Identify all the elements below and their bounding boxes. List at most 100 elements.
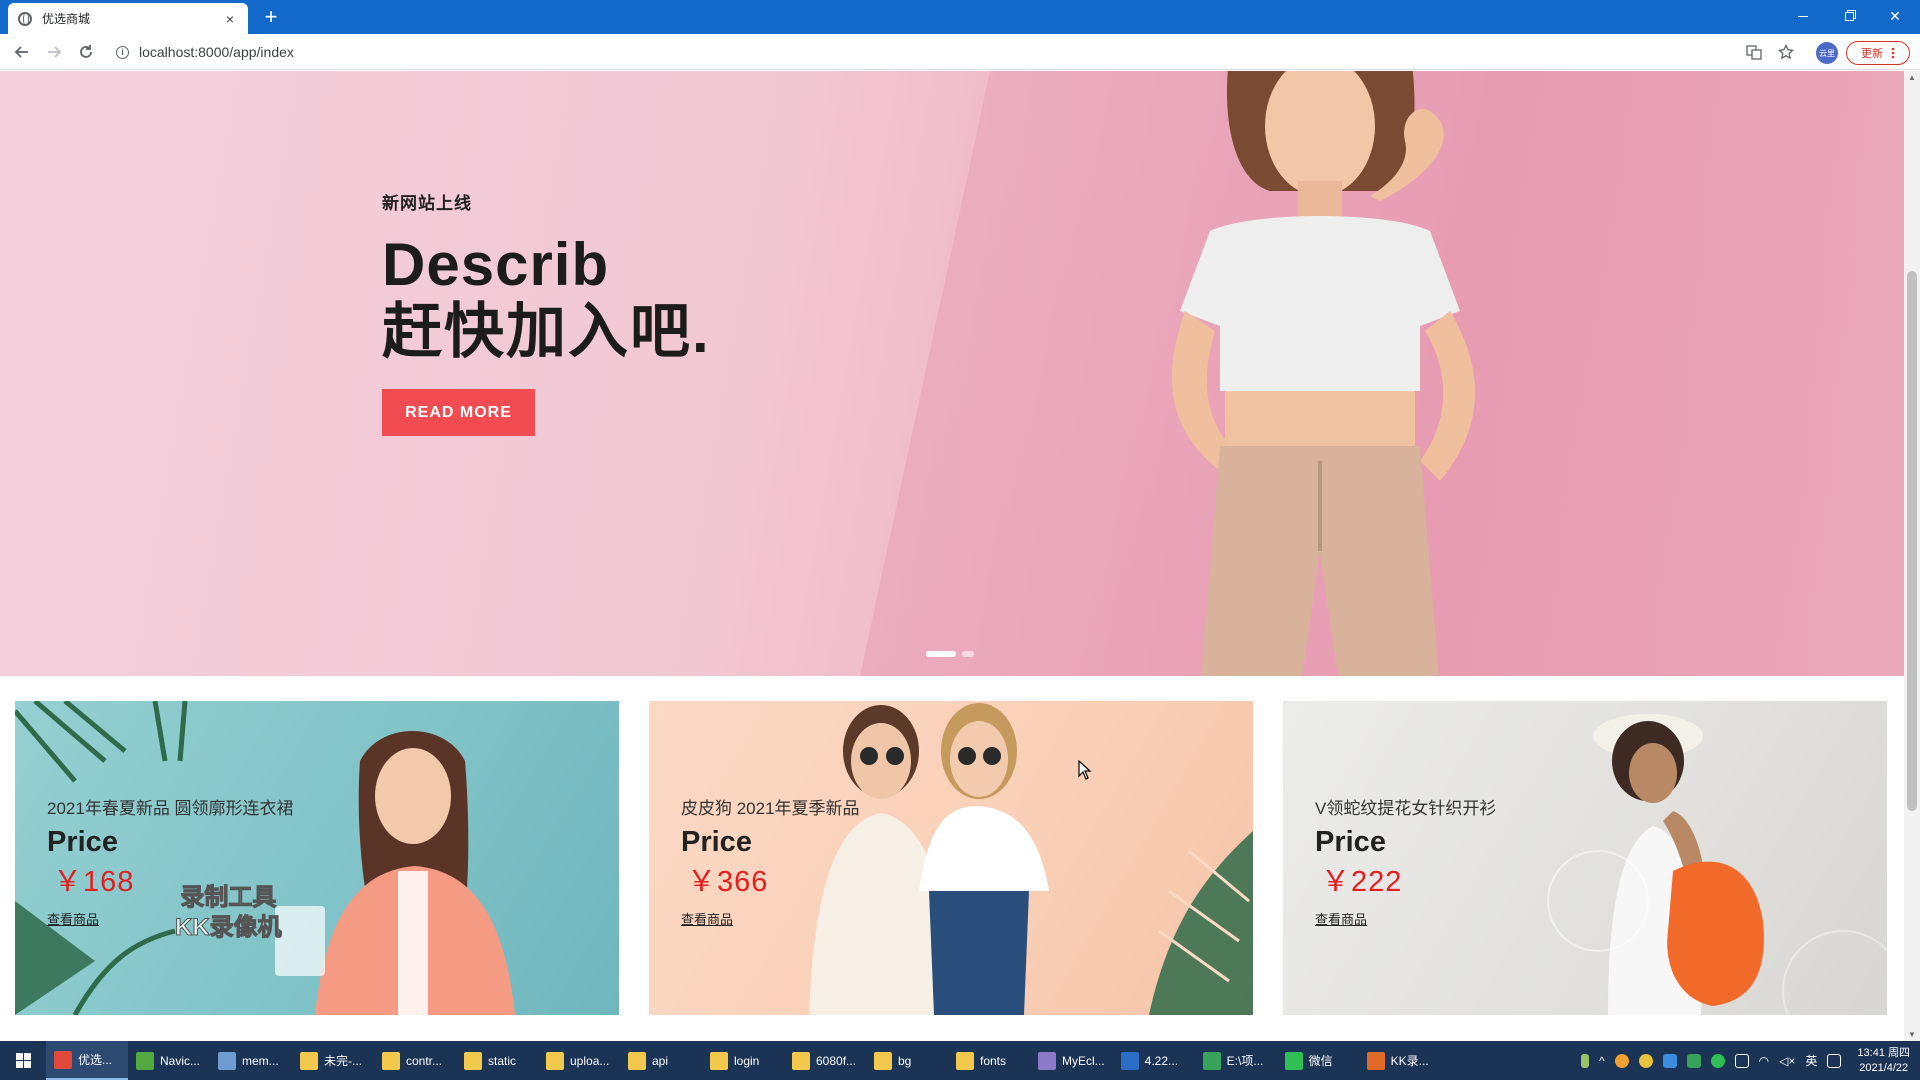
taskbar-app-button[interactable]: bg (866, 1041, 948, 1080)
banner-price-label: Price (681, 826, 752, 858)
taskbar-app-button[interactable]: 6080f... (784, 1041, 866, 1080)
app-icon (54, 1050, 72, 1069)
taskbar-app-button[interactable]: uploa... (538, 1041, 620, 1080)
view-product-link[interactable]: 查看商品 (681, 909, 733, 928)
app-icon (382, 1051, 400, 1070)
tray-app-icon[interactable] (1614, 1053, 1629, 1068)
taskbar-app-label: 优选... (78, 1053, 113, 1067)
network-icon[interactable] (1734, 1053, 1749, 1068)
address-bar[interactable]: i localhost:8000/app/index (108, 39, 1778, 65)
reload-icon (80, 45, 92, 58)
wechat-tray-icon[interactable] (1710, 1053, 1725, 1068)
banner-product-name: V领蛇纹提花女针织开衫 (1315, 799, 1497, 818)
app-icon (136, 1051, 154, 1070)
taskbar-app-label: uploa... (570, 1053, 610, 1068)
tab-title: 优选商城 (42, 12, 91, 26)
info-icon[interactable]: i (116, 45, 129, 59)
scrollbar-thumb[interactable] (1907, 271, 1917, 811)
browser-tab[interactable]: 优选商城 × (8, 3, 248, 34)
window-close-button[interactable]: ✕ (1872, 2, 1918, 30)
banner-price: ￥222 (1321, 866, 1403, 898)
scroll-up-icon[interactable]: ▲ (1908, 73, 1916, 82)
taskbar-clock[interactable]: 13:41 周四 2021/4/22 (1857, 1046, 1910, 1076)
slider-dot[interactable] (962, 651, 974, 657)
taskbar-app-button[interactable]: fonts (948, 1041, 1030, 1080)
taskbar-app-label: mem... (242, 1053, 279, 1068)
taskbar-app-button[interactable]: KK录... (1359, 1041, 1441, 1080)
volume-mute-icon[interactable]: ◁× (1779, 1054, 1795, 1068)
taskbar-app-button[interactable]: 微信 (1277, 1041, 1359, 1080)
app-icon (1284, 1051, 1303, 1070)
taskbar-items: 优选... Navic... mem... 未完-... contr... static u… (46, 1041, 1441, 1080)
taskbar-app-label: 4.22... (1144, 1053, 1179, 1068)
tray-app-icon[interactable] (1638, 1053, 1653, 1068)
view-product-link[interactable]: 查看商品 (47, 909, 99, 928)
translate-icon[interactable] (1744, 42, 1764, 62)
window-restore-button[interactable] (1826, 2, 1872, 30)
profile-avatar[interactable]: 云里 (1816, 42, 1838, 64)
taskbar-app-button[interactable]: api (620, 1041, 702, 1080)
restore-icon (1844, 11, 1854, 21)
app-icon (218, 1051, 236, 1070)
watermark-line-2: KK录像机 (175, 914, 283, 942)
keyboard-icon[interactable] (1827, 1053, 1842, 1068)
minimize-icon (1798, 15, 1808, 17)
taskbar-app-button[interactable]: Navic... (128, 1041, 210, 1080)
reload-button[interactable] (74, 40, 98, 64)
taskbar-app-label: KK录... (1390, 1054, 1429, 1068)
scroll-down-icon[interactable]: ▼ (1908, 1030, 1916, 1039)
taskbar-app-button[interactable]: 4.22... (1113, 1041, 1195, 1080)
product-banner-dress[interactable]: 2021年春夏新品 圆领廓形连衣裙 Price ￥168 查看商品 录制工具 K… (15, 701, 619, 1015)
arrow-left-icon (14, 46, 28, 58)
taskbar-app-button[interactable]: contr... (374, 1041, 456, 1080)
page-scrollbar[interactable]: ▲ ▼ (1904, 71, 1920, 1041)
app-icon (300, 1051, 318, 1070)
taskbar-app-label: fonts (980, 1053, 1007, 1068)
mouse-cursor-icon (1078, 760, 1092, 780)
forward-button[interactable] (42, 40, 66, 64)
view-product-link[interactable]: 查看商品 (1315, 909, 1367, 928)
banner-price-label: Price (1315, 826, 1386, 858)
taskbar-app-button[interactable]: mem... (210, 1041, 292, 1080)
taskbar-app-label: contr... (406, 1053, 443, 1068)
url-text[interactable]: localhost:8000/app/index (139, 44, 294, 60)
taskbar-app-button[interactable]: 未完-... (292, 1041, 374, 1080)
star-glyph (1778, 44, 1794, 60)
tab-close-icon[interactable]: × (222, 11, 238, 27)
hero-title: Describ (382, 231, 610, 298)
tray-app-icon[interactable] (1686, 1053, 1701, 1068)
wifi-icon[interactable]: ◠ (1759, 1054, 1769, 1068)
globe-icon (18, 11, 32, 26)
watermark-line-1: 录制工具 (180, 884, 277, 912)
bookmark-star-icon[interactable] (1776, 42, 1796, 62)
update-button[interactable]: 更新 (1846, 41, 1910, 65)
taskbar-app-button[interactable]: login (702, 1041, 784, 1080)
back-button[interactable] (10, 40, 34, 64)
windows-logo-icon (15, 1053, 31, 1068)
taskbar-app-button[interactable]: 优选... (46, 1041, 128, 1080)
app-icon (956, 1051, 974, 1070)
tray-app-icon[interactable] (1662, 1053, 1677, 1068)
ime-indicator[interactable]: 英 (1805, 1052, 1817, 1069)
browser-toolbar: i localhost:8000/app/index 云里 更新 (0, 34, 1920, 70)
slider-dot-active[interactable] (926, 651, 956, 657)
battery-icon[interactable] (1581, 1053, 1590, 1068)
chevron-up-icon[interactable]: ^ (1599, 1054, 1605, 1068)
taskbar-app-button[interactable]: E:\项... (1195, 1041, 1277, 1080)
update-label: 更新 (1861, 48, 1883, 60)
taskbar-app-label: 6080f... (816, 1053, 857, 1068)
product-banner-cardigan[interactable]: V领蛇纹提花女针织开衫 Price ￥222 查看商品 (1283, 701, 1887, 1015)
app-icon (792, 1051, 810, 1070)
taskbar-app-button[interactable]: static (456, 1041, 538, 1080)
taskbar-app-label: Navic... (160, 1053, 201, 1068)
clock-time: 13:41 周四 (1857, 1046, 1910, 1059)
product-banner-summer[interactable]: 皮皮狗 2021年夏季新品 Price ￥366 查看商品 (649, 701, 1253, 1015)
read-more-button[interactable]: READ MORE (382, 389, 535, 436)
taskbar-app-button[interactable]: MyEcl... (1030, 1041, 1113, 1080)
browser-tabstrip: 优选商城 × + ✕ (0, 0, 1920, 34)
hero-slider[interactable]: 新网站上线 Describ 赶快加入吧. READ MORE (0, 71, 1904, 676)
system-tray: ^ ◠ ◁× 英 13:41 周四 2021/4/22 (1581, 1041, 1920, 1080)
window-minimize-button[interactable] (1780, 2, 1826, 30)
start-button[interactable] (0, 1041, 46, 1080)
new-tab-button[interactable]: + (260, 6, 282, 28)
